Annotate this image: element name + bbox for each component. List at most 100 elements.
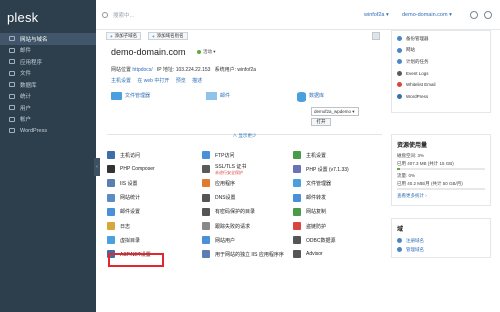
sidebar-nav: 网站与域名 邮件 应用程序 文件 数据库 统计 用户 帐户 WordPress (0, 33, 96, 137)
tool-icon (107, 165, 115, 174)
tool-item[interactable]: 盗链防护 (293, 220, 326, 232)
traffic-bar (397, 188, 485, 190)
sidebar-item-mail[interactable]: 邮件 (0, 45, 96, 57)
tool-item[interactable]: 网站复制 (293, 206, 326, 218)
status-badge[interactable]: 活动 ▾ (197, 49, 216, 55)
tool-label: 邮件设置 (120, 209, 141, 216)
tool-icon (293, 236, 301, 245)
sidebar-collapse-handle[interactable]: ‹ (94, 158, 100, 176)
quick-link[interactable]: Event Logs (392, 68, 490, 80)
quick-link[interactable]: 网站 (392, 45, 490, 57)
account-icon (9, 116, 15, 122)
tool-label: FTP访问 (215, 152, 235, 159)
register-domain-link[interactable]: 注册域名 (392, 236, 490, 245)
tool-item[interactable]: Advisor (293, 248, 323, 260)
disk-usage-fill (397, 168, 400, 170)
tool-item[interactable]: 主机访问 (107, 149, 140, 161)
tool-icon (293, 179, 301, 188)
sidebar-item-wordpress[interactable]: WordPress (0, 125, 96, 137)
sidebar-item-databases[interactable]: 数据库 (0, 79, 96, 91)
quick-link-label: 计划的任务 (406, 58, 429, 64)
sidebar-item-account[interactable]: 帐户 (0, 114, 96, 126)
hosting-settings-link[interactable]: 主机设置 (111, 78, 131, 84)
more-stats-link[interactable]: 查看更多统计 › (392, 192, 490, 200)
user-menu[interactable]: winfof2a ▾ (364, 12, 389, 18)
site-location-link[interactable]: httpdocs/ (132, 67, 152, 73)
folder-icon (9, 70, 15, 76)
quick-link[interactable]: Whitelist Email (392, 79, 490, 91)
preview-link[interactable]: 预览 (176, 78, 186, 84)
domain-title: demo-domain.com (111, 47, 186, 57)
tool-item[interactable]: DNS设置 (202, 192, 236, 204)
quick-link-icon (397, 59, 402, 65)
help-icon[interactable] (484, 11, 492, 19)
sidebar-item-websites-domains[interactable]: 网站与域名 (0, 33, 96, 45)
tool-item[interactable]: PHP Composer (107, 163, 155, 175)
tool-item[interactable]: 网站统计 (107, 192, 140, 204)
tool-item[interactable]: 有密码保护的目录 (202, 206, 255, 218)
open-database-button[interactable]: 打开 (311, 118, 331, 126)
settings-icon[interactable] (470, 11, 478, 19)
tool-item[interactable]: PHP 设置 (v7.1.33) (293, 163, 349, 175)
domains-card: 域 注册域名 管理域名 (391, 218, 491, 258)
sidebar-item-files[interactable]: 文件 (0, 68, 96, 80)
chart-icon (9, 93, 15, 99)
tool-item[interactable]: 用于网站的独立 IIS 应用程序序 (202, 248, 284, 260)
tool-item[interactable]: 文件管理器 (293, 177, 331, 189)
toolbar: + 添加子域名 + 添加域名别名 (96, 30, 386, 42)
description-link[interactable]: 描述 (192, 78, 202, 84)
quick-links-card: 备份管理器 网站 计划的任务 Event Logs Whitelist Email Wor… (391, 30, 491, 113)
sidebar-item-users[interactable]: 用户 (0, 102, 96, 114)
add-subdomain-button[interactable]: + 添加子域名 (106, 32, 142, 40)
tool-item[interactable]: 邮件转发 (293, 192, 326, 204)
tool-text: Advisor (306, 251, 323, 257)
quick-link[interactable]: 备份管理器 (392, 33, 490, 45)
open-in-web-link[interactable]: 在 web 中打开 (137, 78, 169, 84)
sidebar-item-statistics[interactable]: 统计 (0, 91, 96, 103)
tool-label: 跟踪失败的请求 (215, 223, 251, 230)
search-input[interactable]: 搜索中... (102, 9, 342, 21)
search-icon (102, 12, 108, 18)
tool-item[interactable]: ODBC数据源 (293, 234, 335, 246)
domain-links: 主机设置 在 web 中打开 预览 描述 (111, 77, 207, 84)
database-select[interactable]: demof2a_wpdemo ▾ (311, 107, 359, 116)
mail-tile[interactable]: 邮件 (206, 92, 230, 100)
quick-link[interactable]: WordPress (392, 91, 490, 103)
quick-link[interactable]: 计划的任务 (392, 56, 490, 68)
tool-icon (293, 165, 301, 174)
tool-item[interactable]: 邮件设置 (107, 206, 140, 218)
apps-icon (9, 59, 15, 65)
tool-icon (107, 222, 115, 230)
tool-text: 虚拟目录 (120, 237, 140, 244)
tool-item[interactable]: 跟踪失败的请求 (202, 220, 250, 232)
tool-item[interactable]: 虚拟目录 (107, 234, 140, 246)
tool-item[interactable]: 日志 (107, 220, 130, 232)
tool-item[interactable]: FTP访问 (202, 149, 234, 161)
tool-item[interactable]: 网站用户 (202, 234, 235, 246)
quick-link-label: Event Logs (406, 70, 429, 76)
show-less-toggle[interactable]: ∧ 显示更少 (107, 133, 382, 139)
pin-icon[interactable] (372, 32, 380, 40)
tool-item[interactable]: 主机设置 (293, 149, 326, 161)
manage-domains-link[interactable]: 管理域名 (392, 245, 490, 254)
tool-text: 应用程序 (215, 180, 235, 187)
tool-icon (107, 236, 115, 245)
tool-icon (293, 193, 301, 202)
traffic-label: 流量: 0% (397, 173, 416, 178)
tool-text: IIS 设置 (120, 180, 138, 187)
sidebar-item-applications[interactable]: 应用程序 (0, 56, 96, 68)
domain-selector[interactable]: demo-domain.com ▾ (402, 12, 452, 18)
topbar: 搜索中... winfof2a ▾ demo-domain.com ▾ (96, 0, 500, 30)
wordpress-icon (9, 128, 15, 134)
tool-icon (107, 193, 115, 202)
database-icon (297, 92, 306, 102)
databases-tile[interactable]: 数据库 (297, 92, 324, 102)
tool-item[interactable]: SSL/TLS 证书 未进行安全保护 (202, 163, 246, 175)
file-manager-tile[interactable]: 文件管理器 (111, 92, 150, 100)
tool-item[interactable]: 应用程序 (202, 177, 235, 189)
tool-text: 网站统计 (120, 194, 140, 201)
plus-icon: + (110, 33, 113, 39)
tool-text: SSL/TLS 证书 未进行安全保护 (215, 163, 246, 176)
tool-item[interactable]: IIS 设置 (107, 177, 138, 189)
add-alias-button[interactable]: + 添加域名别名 (148, 32, 188, 40)
